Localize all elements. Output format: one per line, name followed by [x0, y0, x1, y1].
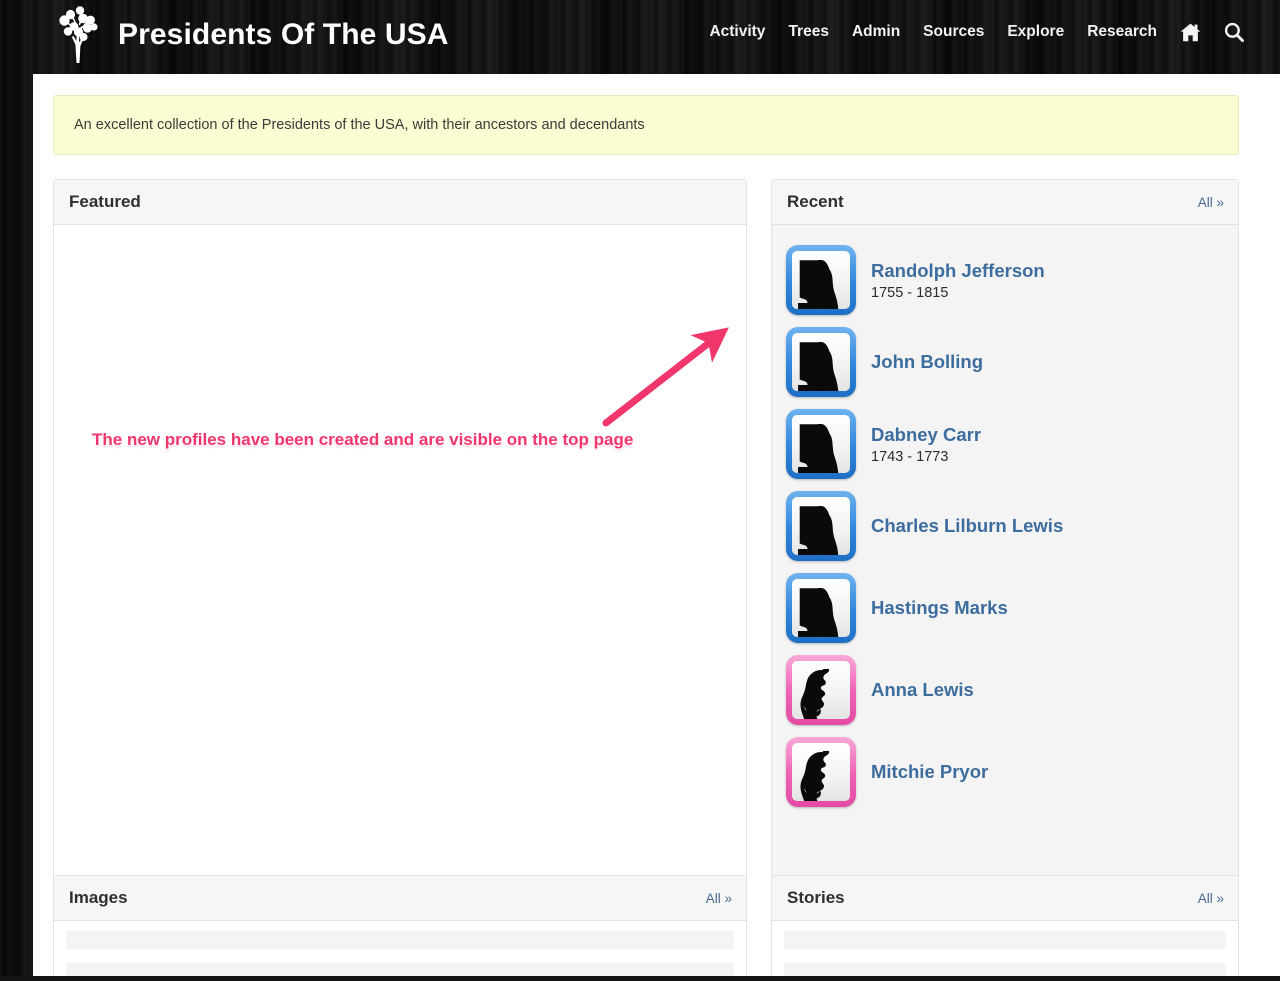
person-details: Mitchie Pryor — [871, 760, 988, 783]
recent-person-row[interactable]: Mitchie Pryor — [772, 731, 1238, 813]
nav-item-activity[interactable]: Activity — [709, 23, 765, 41]
featured-panel-header: Featured — [54, 180, 746, 225]
nav-item-trees[interactable]: Trees — [788, 23, 829, 41]
person-details: Dabney Carr 1743 - 1773 — [871, 423, 981, 465]
placeholder-row — [66, 963, 734, 976]
nav-item-admin[interactable]: Admin — [852, 23, 900, 41]
featured-panel-title: Featured — [69, 192, 141, 211]
person-name-link[interactable]: Charles Lilburn Lewis — [871, 514, 1063, 537]
person-details: Charles Lilburn Lewis — [871, 514, 1063, 537]
stories-all-link[interactable]: All » — [1198, 891, 1224, 906]
placeholder-row — [784, 931, 1226, 949]
recent-person-list: Randolph Jefferson 1755 - 1815 John Bollin… — [772, 225, 1238, 909]
recent-person-row[interactable]: Dabney Carr 1743 - 1773 — [772, 403, 1238, 485]
person-details: Randolph Jefferson 1755 - 1815 — [871, 259, 1045, 301]
placeholder-row — [66, 931, 734, 949]
avatar-image — [792, 743, 850, 801]
home-icon[interactable] — [1180, 23, 1201, 42]
recent-person-row[interactable]: Hastings Marks — [772, 567, 1238, 649]
stories-panel-header: Stories All » — [772, 876, 1238, 921]
person-name-link[interactable]: Anna Lewis — [871, 678, 974, 701]
main-navigation: Activity Trees Admin Sources Explore Res… — [709, 22, 1244, 42]
avatar-image — [792, 579, 850, 637]
search-icon[interactable] — [1224, 22, 1244, 42]
person-name-link[interactable]: Hastings Marks — [871, 596, 1008, 619]
brand[interactable]: Presidents Of The USA — [52, 6, 449, 64]
recent-all-link[interactable]: All » — [1198, 195, 1224, 210]
recent-panel: Recent All » Randolph Jefferson 1755 - 18… — [771, 179, 1239, 909]
male-silhouette-avatar-icon[interactable] — [786, 327, 856, 397]
featured-panel-body — [54, 225, 746, 909]
nav-item-explore[interactable]: Explore — [1007, 23, 1064, 41]
avatar-image — [792, 333, 850, 391]
female-silhouette-avatar-icon[interactable] — [786, 737, 856, 807]
avatar-image — [792, 497, 850, 555]
person-name-link[interactable]: Dabney Carr — [871, 423, 981, 446]
person-life-dates: 1743 - 1773 — [871, 449, 949, 466]
avatar-image — [792, 415, 850, 473]
recent-panel-header: Recent All » — [772, 180, 1238, 225]
recent-person-row[interactable]: Anna Lewis — [772, 649, 1238, 731]
person-details: John Bolling — [871, 350, 983, 373]
stories-panel-title: Stories — [787, 888, 845, 907]
person-life-dates: 1755 - 1815 — [871, 285, 949, 302]
site-notice-banner: An excellent collection of the President… — [53, 95, 1239, 155]
male-silhouette-avatar-icon[interactable] — [786, 573, 856, 643]
male-silhouette-avatar-icon[interactable] — [786, 491, 856, 561]
person-name-link[interactable]: Randolph Jefferson — [871, 259, 1045, 282]
family-tree-logo-icon — [52, 6, 104, 64]
placeholder-row — [784, 963, 1226, 976]
male-silhouette-avatar-icon[interactable] — [786, 409, 856, 479]
featured-panel: Featured — [53, 179, 747, 909]
person-name-link[interactable]: John Bolling — [871, 350, 983, 373]
site-header: Presidents Of The USA Activity Trees Adm… — [0, 0, 1280, 74]
images-all-link[interactable]: All » — [706, 891, 732, 906]
avatar-image — [792, 251, 850, 309]
stories-panel-body — [772, 921, 1238, 976]
recent-panel-title: Recent — [787, 192, 844, 211]
person-details: Hastings Marks — [871, 596, 1008, 619]
images-panel: Images All » — [53, 875, 747, 976]
images-panel-title: Images — [69, 888, 128, 907]
person-details: Anna Lewis — [871, 678, 974, 701]
stories-panel: Stories All » — [771, 875, 1239, 976]
nav-item-sources[interactable]: Sources — [923, 23, 984, 41]
notice-text: An excellent collection of the President… — [74, 117, 645, 133]
site-title: Presidents Of The USA — [118, 18, 449, 51]
avatar-image — [792, 661, 850, 719]
recent-person-row[interactable]: Charles Lilburn Lewis — [772, 485, 1238, 567]
images-panel-header: Images All » — [54, 876, 746, 921]
images-panel-body — [54, 921, 746, 976]
person-name-link[interactable]: Mitchie Pryor — [871, 760, 988, 783]
male-silhouette-avatar-icon[interactable] — [786, 245, 856, 315]
recent-person-row[interactable]: John Bolling — [772, 321, 1238, 403]
page-canvas: An excellent collection of the President… — [33, 74, 1280, 976]
recent-person-row[interactable]: Randolph Jefferson 1755 - 1815 — [772, 239, 1238, 321]
nav-item-research[interactable]: Research — [1087, 23, 1157, 41]
female-silhouette-avatar-icon[interactable] — [786, 655, 856, 725]
